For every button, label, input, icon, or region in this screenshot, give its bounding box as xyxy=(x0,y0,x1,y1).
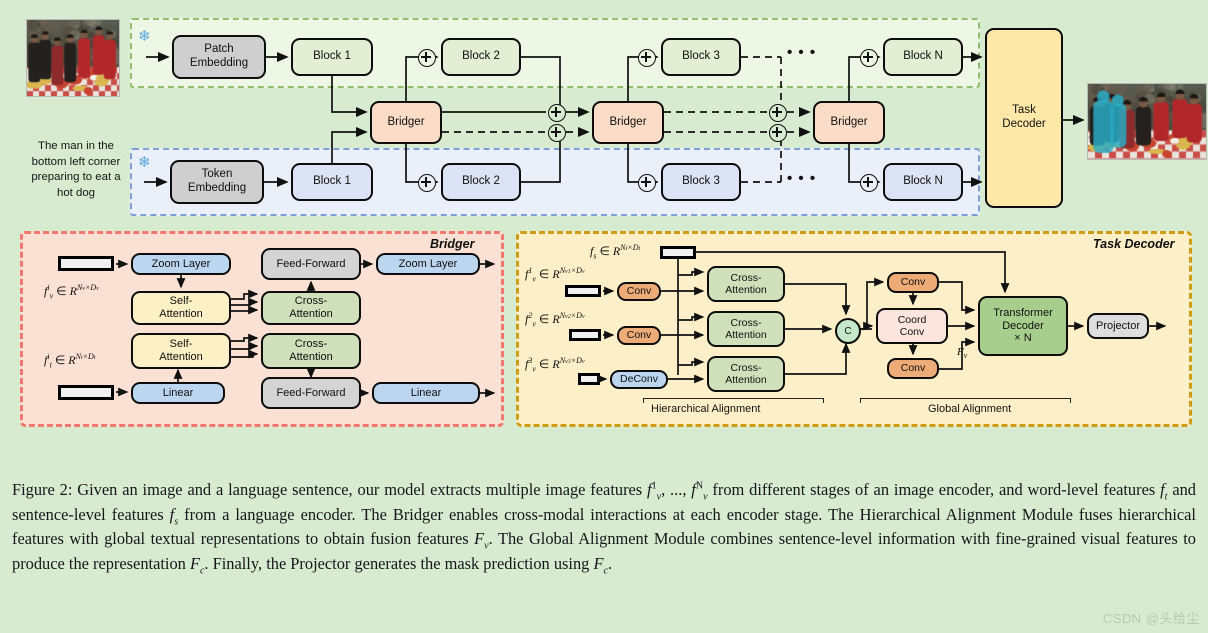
bridger-3[interactable]: Bridger xyxy=(813,101,885,144)
bridger-1[interactable]: Bridger xyxy=(370,101,442,144)
global-alignment-line xyxy=(860,398,1070,399)
zoom-layer-output[interactable]: Zoom Layer xyxy=(376,253,480,275)
visual-block-n[interactable]: Block N xyxy=(883,38,963,76)
visual-ellipsis: • • • xyxy=(787,44,817,61)
text-ellipsis: • • • xyxy=(787,170,817,187)
visual-feature-1-label: f1v ∈ RNv1×Dv xyxy=(525,266,585,284)
deconv[interactable]: DeConv xyxy=(610,370,668,389)
hierarchical-alignment-tick-l xyxy=(643,398,644,403)
input-sentence: The man in the bottom left corner prepar… xyxy=(31,140,121,200)
global-alignment-tick-l xyxy=(860,398,861,403)
linear-input[interactable]: Linear xyxy=(131,382,225,404)
self-attention-text[interactable]: Self- Attention xyxy=(131,333,231,369)
task-decoder-panel-title: Task Decoder xyxy=(1093,237,1175,251)
decoder-cross-attention-2[interactable]: Cross- Attention xyxy=(707,311,785,347)
cross-attention-visual[interactable]: Cross- Attention xyxy=(261,291,361,325)
linear-output[interactable]: Linear xyxy=(372,382,480,404)
conv-2[interactable]: Conv xyxy=(617,326,661,345)
add-node xyxy=(638,49,656,72)
figure-caption: Figure 2: Given an image and a language … xyxy=(12,479,1196,577)
concat-node[interactable]: C xyxy=(835,318,861,344)
caption-Fv: Fv xyxy=(474,529,489,552)
fv-label: Fv xyxy=(957,346,968,361)
hierarchical-alignment-label: Hierarchical Alignment xyxy=(651,403,761,415)
visual-feature-3-bar xyxy=(578,373,600,385)
text-block-2[interactable]: Block 2 xyxy=(441,163,521,201)
caption-s2: , ..., xyxy=(661,480,692,499)
caption-fv1: f1v xyxy=(647,480,662,503)
caption-s3: from different stages of an image encode… xyxy=(707,480,1161,499)
patch-embedding-node[interactable]: Patch Embedding xyxy=(172,35,266,79)
bridger-visual-input-label: fiv ∈ RNv×Dv xyxy=(44,283,99,301)
input-image xyxy=(26,19,120,97)
bridger-text-input-bar xyxy=(58,385,114,400)
caption-fvN: fNv xyxy=(691,480,708,503)
add-node xyxy=(548,124,566,147)
decoder-cross-attention-3[interactable]: Cross- Attention xyxy=(707,356,785,392)
text-block-1[interactable]: Block 1 xyxy=(291,163,373,201)
caption-s1: Figure 2: Given an image and a language … xyxy=(12,480,648,499)
hierarchical-alignment-tick-r xyxy=(823,398,824,403)
add-node xyxy=(860,174,878,197)
conv-top[interactable]: Conv xyxy=(887,272,939,293)
caption-s8: . xyxy=(607,553,613,573)
figure-2-architecture-diagram: The man in the bottom left corner prepar… xyxy=(0,0,1208,633)
visual-block-1[interactable]: Block 1 xyxy=(291,38,373,76)
token-embedding-node[interactable]: Token Embedding xyxy=(170,160,264,204)
add-node xyxy=(418,174,436,197)
snowflake-icon: ❄ xyxy=(138,28,151,45)
visual-block-2[interactable]: Block 2 xyxy=(441,38,521,76)
coord-conv[interactable]: Coord Conv xyxy=(876,308,948,344)
feed-forward-top[interactable]: Feed-Forward xyxy=(261,248,361,280)
visual-block-3[interactable]: Block 3 xyxy=(661,38,741,76)
bridger-visual-input-bar xyxy=(58,256,114,271)
text-block-3[interactable]: Block 3 xyxy=(661,163,741,201)
visual-feature-2-bar xyxy=(569,329,601,341)
hierarchical-alignment-line xyxy=(643,398,823,399)
caption-s7: . Finally, the Projector generates the m… xyxy=(204,553,594,573)
global-alignment-tick-r xyxy=(1070,398,1071,403)
visual-feature-2-label: f2v ∈ RNv2×Dv xyxy=(525,311,585,329)
bridger-2[interactable]: Bridger xyxy=(592,101,664,144)
sentence-feature-label: fs ∈ RNt×Dt xyxy=(590,243,641,261)
visual-feature-1-bar xyxy=(565,285,601,297)
feed-forward-bottom[interactable]: Feed-Forward xyxy=(261,377,361,409)
self-attention-visual[interactable]: Self- Attention xyxy=(131,291,231,325)
decoder-cross-attention-1[interactable]: Cross- Attention xyxy=(707,266,785,302)
add-node xyxy=(860,49,878,72)
output-mask-image xyxy=(1087,83,1207,160)
text-block-n[interactable]: Block N xyxy=(883,163,963,201)
task-decoder-node[interactable]: Task Decoder xyxy=(985,28,1063,208)
caption-Fc2: Fc xyxy=(593,553,608,577)
conv-1[interactable]: Conv xyxy=(617,282,661,301)
projector[interactable]: Projector xyxy=(1087,313,1149,339)
caption-fs: fs xyxy=(169,504,179,527)
cross-attention-text[interactable]: Cross- Attention xyxy=(261,333,361,369)
concat-label: C xyxy=(844,325,852,337)
bridger-panel-title: Bridger xyxy=(430,237,475,251)
caption-Fc: Fc xyxy=(189,553,205,577)
transformer-decoder[interactable]: Transformer Decoder × N xyxy=(978,296,1068,356)
sentence-feature-bar xyxy=(660,246,696,259)
add-node xyxy=(769,124,787,147)
snowflake-icon: ❄ xyxy=(138,154,151,171)
add-node xyxy=(418,49,436,72)
bridger-text-input-label: fit ∈ RNt×Dt xyxy=(44,352,96,370)
add-node xyxy=(638,174,656,197)
conv-bottom[interactable]: Conv xyxy=(887,358,939,379)
global-alignment-label: Global Alignment xyxy=(928,403,1012,415)
zoom-layer-input[interactable]: Zoom Layer xyxy=(131,253,231,275)
watermark: CSDN @头给尘 xyxy=(1102,611,1200,626)
visual-feature-3-label: f3v ∈ RNv3×Dv xyxy=(525,356,585,374)
